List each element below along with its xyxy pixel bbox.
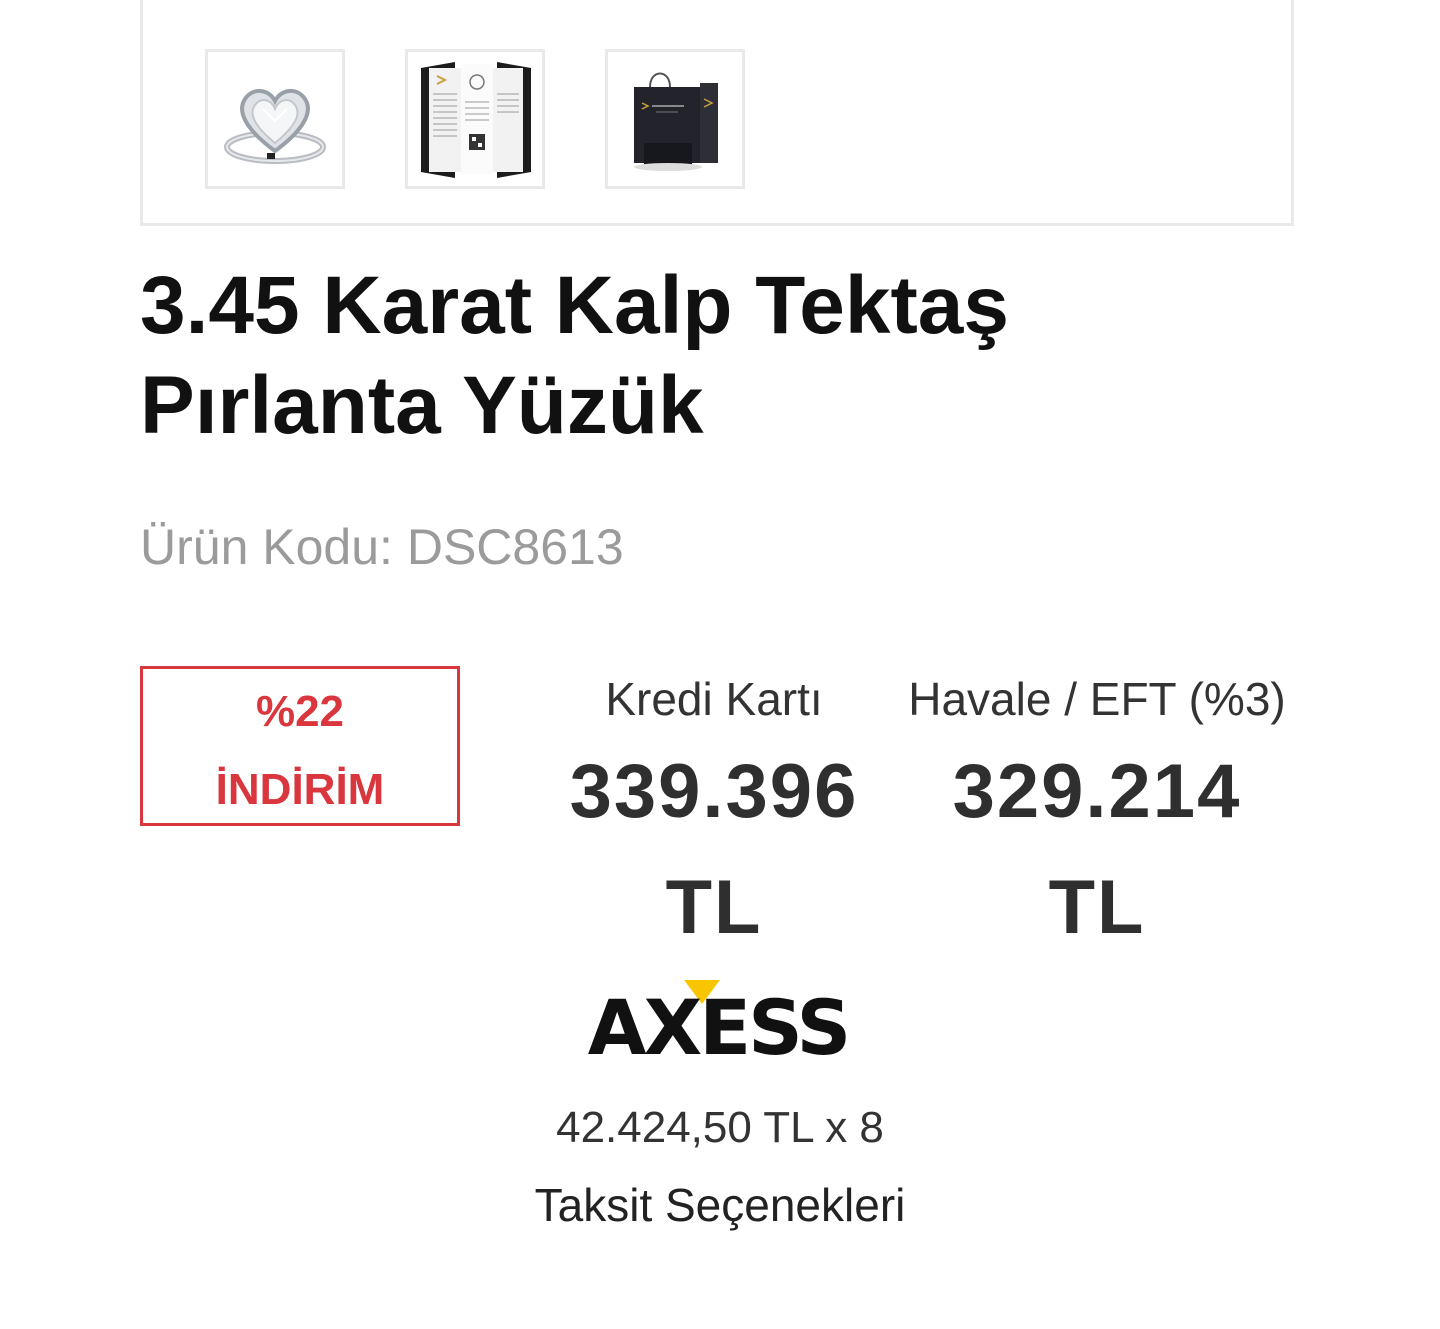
thumbnail-gift-box[interactable] [605, 49, 745, 189]
bank-transfer-label: Havale / EFT (%3) [908, 673, 1286, 725]
product-title: 3.45 Karat Kalp Tektaş Pırlanta Yüzük [140, 256, 1300, 456]
thumbnail-certificate[interactable] [405, 49, 545, 189]
certificate-icon [421, 62, 531, 178]
product-image-gallery [140, 0, 1294, 226]
bank-transfer-currency: TL [1048, 865, 1146, 950]
product-code-label: Ürün Kodu: [140, 519, 393, 575]
discount-percent: %22 [255, 687, 345, 736]
installment-options-link[interactable]: Taksit Seçenekleri [420, 1174, 1020, 1236]
axess-logo: AXESS [588, 980, 851, 1064]
bank-transfer-price: Havale / EFT (%3) 329.214 TL [897, 668, 1297, 966]
installment-summary: 42.424,50 TL x 8 [556, 1103, 884, 1152]
ring-icon [224, 89, 326, 164]
product-title-line-1: 3.45 Karat Kalp Tektaş [140, 260, 1010, 351]
credit-card-label: Kredi Kartı [605, 673, 823, 725]
credit-card-amount: 339.396 TL [514, 734, 914, 966]
credit-card-amount-value: 339.396 [569, 749, 859, 834]
discount-label: İNDİRİM [215, 765, 385, 814]
axess-logo-text: AXESS [588, 983, 848, 1064]
bank-transfer-amount: 329.214 TL [897, 734, 1297, 966]
product-title-line-2: Pırlanta Yüzük [140, 360, 704, 451]
product-code-value: DSC8613 [406, 519, 624, 575]
product-code: Ürün Kodu: DSC8613 [140, 512, 624, 582]
discount-badge: %22 İNDİRİM [140, 666, 460, 826]
gift-box-icon [634, 72, 718, 171]
thumbnail-ring[interactable] [205, 49, 345, 189]
credit-card-price: Kredi Kartı 339.396 TL [514, 668, 914, 966]
bank-transfer-amount-value: 329.214 [952, 749, 1242, 834]
credit-card-currency: TL [665, 865, 763, 950]
